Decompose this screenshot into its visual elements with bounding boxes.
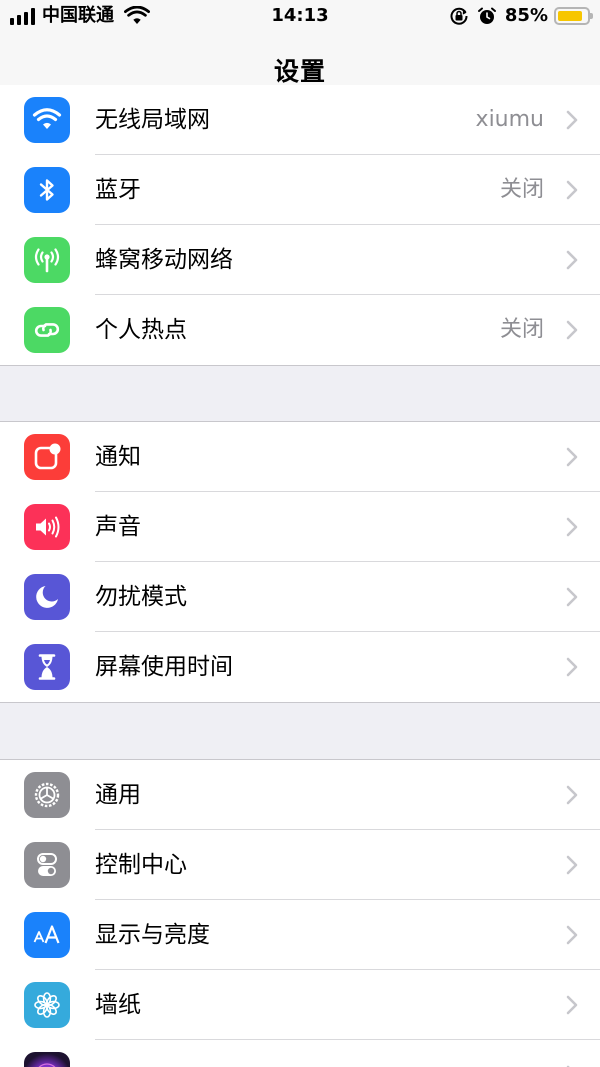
alarm-icon [477, 7, 496, 24]
battery-percentage: 85% [504, 5, 548, 26]
settings-group-notifications: 通知 声音 勿扰模式 屏幕使用时间 [0, 421, 600, 703]
settings-row-wallpaper[interactable]: 墙纸 [0, 970, 600, 1040]
battery-icon [554, 7, 593, 25]
chevron-right-icon [566, 517, 578, 537]
chevron-right-icon [566, 855, 578, 875]
cellular-icon [24, 237, 70, 283]
settings-row-label: 勿扰模式 [95, 584, 187, 610]
settings-row-screen-time[interactable]: 屏幕使用时间 [0, 632, 600, 702]
chevron-right-icon [566, 657, 578, 677]
siri-icon [24, 1052, 70, 1067]
settings-row-value: xiumu [475, 107, 544, 132]
settings-row-label: 个人热点 [95, 317, 187, 343]
gear-icon [24, 772, 70, 818]
settings-row-bluetooth[interactable]: 蓝牙 关闭 [0, 155, 600, 225]
text-size-icon [24, 912, 70, 958]
chevron-right-icon [566, 447, 578, 467]
settings-row-label: 屏幕使用时间 [95, 654, 233, 680]
settings-row-siri[interactable] [0, 1040, 600, 1067]
settings-row-control-center[interactable]: 控制中心 [0, 830, 600, 900]
notification-icon [24, 434, 70, 480]
chevron-right-icon [566, 320, 578, 340]
settings-row-cellular[interactable]: 蜂窝移动网络 [0, 225, 600, 295]
settings-row-notifications[interactable]: 通知 [0, 422, 600, 492]
settings-row-label: 声音 [95, 514, 141, 540]
hotspot-icon [24, 307, 70, 353]
toggle-icon [24, 842, 70, 888]
chevron-right-icon [566, 925, 578, 945]
settings-group-network: 无线局域网 xiumu 蓝牙 关闭 蜂窝移动网络 个人热点 关闭 [0, 85, 600, 366]
chevron-right-icon [566, 995, 578, 1015]
settings-row-hotspot[interactable]: 个人热点 关闭 [0, 295, 600, 365]
settings-row-value: 关闭 [499, 177, 544, 202]
chevron-right-icon [566, 587, 578, 607]
settings-row-label: 蓝牙 [95, 177, 141, 203]
settings-row-general[interactable]: 通用 [0, 760, 600, 830]
sound-icon [24, 504, 70, 550]
page-title: 设置 [273, 57, 326, 86]
settings-row-label: 蜂窝移动网络 [95, 247, 233, 273]
status-bar: 中国联通 14:13 85% [0, 0, 600, 34]
settings-row-sounds[interactable]: 声音 [0, 492, 600, 562]
settings-group-general: 通用 控制中心 显示与亮度 墙纸 [0, 759, 600, 1067]
settings-row-display-brightness[interactable]: 显示与亮度 [0, 900, 600, 970]
settings-row-wifi[interactable]: 无线局域网 xiumu [0, 85, 600, 155]
battery-level [558, 11, 582, 21]
rotation-lock-icon [450, 7, 468, 25]
wifi-icon [24, 97, 70, 143]
settings-row-label: 控制中心 [95, 852, 187, 878]
chevron-right-icon [566, 785, 578, 805]
settings-row-do-not-disturb[interactable]: 勿扰模式 [0, 562, 600, 632]
settings-row-label: 墙纸 [95, 992, 141, 1018]
moon-icon [24, 574, 70, 620]
chevron-right-icon [566, 180, 578, 200]
settings-row-label: 通用 [95, 782, 141, 808]
settings-row-label: 通知 [95, 444, 141, 470]
settings-row-label: 显示与亮度 [95, 922, 210, 948]
settings-row-value: 关闭 [499, 317, 544, 342]
chevron-right-icon [566, 250, 578, 270]
flower-icon [24, 982, 70, 1028]
settings-row-label: 无线局域网 [95, 107, 210, 133]
bluetooth-icon [24, 167, 70, 213]
chevron-right-icon [566, 110, 578, 130]
hourglass-icon [24, 644, 70, 690]
